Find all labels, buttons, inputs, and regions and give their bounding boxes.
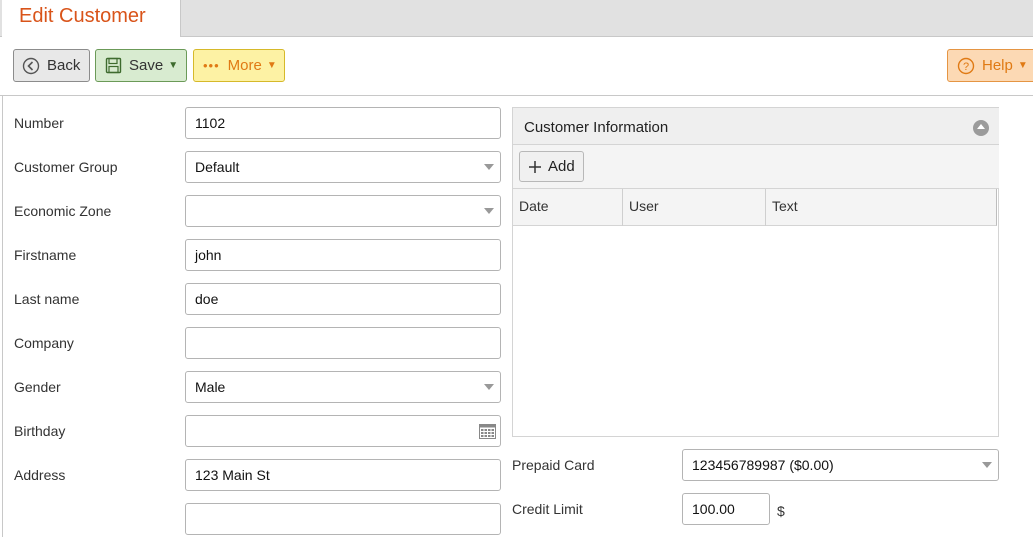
last-name-label: Last name — [14, 291, 80, 307]
help-button-label: Help — [982, 57, 1013, 74]
customer-group-select[interactable]: Default — [185, 151, 501, 183]
dropdown-arrow-icon — [484, 208, 494, 214]
prepaid-card-value: 123456789987 ($0.00) — [692, 457, 834, 473]
floppy-disk-icon — [105, 57, 122, 74]
birthday-input[interactable] — [185, 415, 501, 447]
more-button[interactable]: ••• More ▼ — [193, 49, 285, 82]
address-line1-value: 123 Main St — [195, 467, 270, 483]
dropdown-arrow-icon — [484, 164, 494, 170]
economic-zone-label: Economic Zone — [14, 203, 112, 219]
credit-limit-input[interactable]: 100.00 — [682, 493, 770, 525]
save-button[interactable]: Save ▼ — [95, 49, 187, 82]
gender-select[interactable]: Male — [185, 371, 501, 403]
company-label: Company — [14, 335, 74, 351]
firstname-input[interactable]: john — [185, 239, 501, 271]
customer-group-value: Default — [195, 159, 240, 175]
question-circle-icon: ? — [957, 57, 975, 75]
back-arrow-icon — [22, 57, 40, 75]
calendar-icon[interactable] — [479, 424, 496, 442]
caret-down-icon: ▼ — [168, 60, 179, 71]
customer-information-header[interactable]: Customer Information — [513, 107, 999, 145]
back-button-label: Back — [47, 57, 81, 74]
address-line2-input[interactable] — [185, 503, 501, 535]
economic-zone-select[interactable] — [185, 195, 501, 227]
number-value: 1102 — [195, 115, 226, 131]
prepaid-card-select[interactable]: 123456789987 ($0.00) — [682, 449, 999, 481]
svg-text:?: ? — [963, 61, 969, 73]
gender-label: Gender — [14, 379, 61, 395]
column-header-text[interactable]: Text — [766, 189, 996, 226]
ellipsis-icon: ••• — [203, 58, 220, 73]
last-name-value: doe — [195, 291, 219, 307]
add-info-button[interactable]: Add — [519, 151, 584, 182]
address-label: Address — [14, 467, 66, 483]
more-button-label: More — [227, 57, 262, 74]
column-header-date[interactable]: Date — [513, 189, 623, 226]
panel-title: Customer Information — [524, 119, 669, 136]
dropdown-arrow-icon — [484, 384, 494, 390]
add-button-label: Add — [548, 158, 575, 175]
save-button-label: Save — [129, 57, 164, 74]
caret-down-icon: ▼ — [266, 60, 277, 71]
prepaid-card-label: Prepaid Card — [512, 457, 595, 473]
firstname-label: Firstname — [14, 247, 77, 263]
tab-edit-customer[interactable]: Edit Customer — [2, 0, 181, 37]
column-header-user[interactable]: User — [623, 189, 766, 226]
number-label: Number — [14, 115, 64, 131]
tab-bar: Edit Customer — [0, 0, 1033, 37]
number-input[interactable]: 1102 — [185, 107, 501, 139]
caret-down-icon: ▼ — [1017, 60, 1028, 71]
last-name-input[interactable]: doe — [185, 283, 501, 315]
collapse-icon[interactable] — [973, 120, 989, 136]
address-line1-input[interactable]: 123 Main St — [185, 459, 501, 491]
currency-unit: $ — [777, 503, 785, 519]
plus-icon — [528, 160, 542, 174]
help-button[interactable]: ? Help ▼ — [947, 49, 1033, 82]
gender-value: Male — [195, 379, 226, 395]
info-grid-header: Date User Text — [513, 189, 997, 226]
back-button[interactable]: Back — [13, 49, 90, 82]
firstname-value: john — [195, 247, 222, 263]
customer-group-label: Customer Group — [14, 159, 118, 175]
toolbar: Back Save ▼ ••• More ▼ ? Help ▼ — [0, 37, 1033, 96]
credit-limit-label: Credit Limit — [512, 501, 583, 517]
company-input[interactable] — [185, 327, 501, 359]
customer-information-panel: Customer Information Add Date User Text — [512, 107, 999, 437]
customer-form: Number 1102 Customer Group Default Econo… — [2, 96, 1033, 537]
birthday-label: Birthday — [14, 423, 66, 439]
dropdown-arrow-icon — [982, 462, 992, 468]
panel-toolbar: Add — [513, 145, 999, 189]
credit-limit-value: 100.00 — [692, 501, 735, 517]
